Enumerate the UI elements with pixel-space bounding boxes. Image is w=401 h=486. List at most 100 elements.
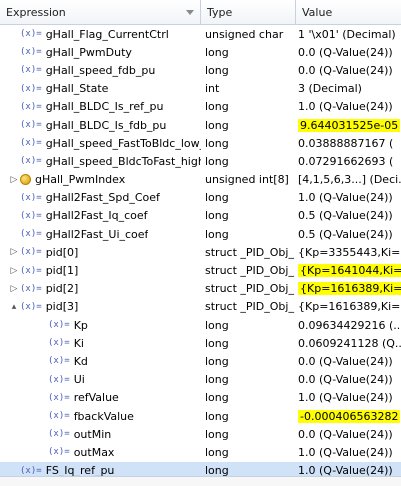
expand-arrow-icon[interactable]: ▷ xyxy=(8,246,20,258)
expression-row[interactable]: (x)= Kd long 0.0 (Q-Value(24)) xyxy=(0,352,401,370)
expression-name: pid[1] xyxy=(45,264,79,278)
expression-cell[interactable]: (x)= outMax xyxy=(0,443,201,461)
expression-row[interactable]: ▴ (x)= pid[3] struct _PID_Obj_ {Kp=1616389,K… xyxy=(0,298,401,316)
expression-row[interactable]: ▷ (x)= pid[0] struct _PID_Obj_ {Kp=3355443,K… xyxy=(0,243,401,261)
expression-name: pid[0] xyxy=(45,245,79,259)
expression-row[interactable]: (x)= gHall_PwmDuty long 0.0 (Q-Value(24)) xyxy=(0,43,401,61)
expression-row[interactable]: (x)= gHall2Fast_Ui_coef long 0.5 (Q-Value(2… xyxy=(0,225,401,243)
value-cell[interactable]: 0.0 (Q-Value(24)) xyxy=(296,425,401,443)
expression-row[interactable]: ▷ (x)= pid[2] struct _PID_Obj_ {Kp=1616389,K… xyxy=(0,280,401,298)
variable-icon: (x)= xyxy=(20,83,42,94)
expression-row[interactable]: (x)= gHall2Fast_Spd_Coef long 1.0 (Q-Value(… xyxy=(0,189,401,207)
expression-cell[interactable]: (x)= gHall2Fast_Ui_coef xyxy=(0,225,201,243)
variable-icon: (x)= xyxy=(20,120,42,131)
expression-cell[interactable]: (x)= gHall_BLDC_Is_fdb_pu xyxy=(0,116,201,134)
value-cell[interactable]: 0.0 (Q-Value(24)) xyxy=(296,352,401,370)
expand-arrow-icon[interactable]: ▷ xyxy=(8,283,20,295)
sort-arrow-icon xyxy=(186,9,194,15)
expression-cell[interactable]: (x)= Kd xyxy=(0,352,201,370)
expression-row[interactable]: (x)= gHall2Fast_Iq_coef long 0.5 (Q-Value(2… xyxy=(0,207,401,225)
expression-row[interactable]: (x)= Ki long 0.0609241128 (Q... xyxy=(0,334,401,352)
expression-cell[interactable]: ▷ (x)= pid[1] xyxy=(0,261,201,279)
expression-name: gHall_PwmDuty xyxy=(45,45,132,59)
expression-row[interactable]: (x)= Ui long 0.0 (Q-Value(24)) xyxy=(0,371,401,389)
expression-cell[interactable]: ▴ (x)= pid[3] xyxy=(0,298,201,316)
expression-row[interactable]: (x)= gHall_Flag_CurrentCtrl unsigned char 1… xyxy=(0,25,401,43)
value-cell[interactable]: 0.0609241128 (Q... xyxy=(296,334,401,352)
value-cell[interactable]: 1.0 (Q-Value(24)) xyxy=(296,389,401,407)
expression-name: gHall_speed_fdb_pu xyxy=(45,63,156,77)
value-cell[interactable]: 9.644031525e-05 xyxy=(296,116,401,134)
collapse-arrow-icon[interactable]: ▴ xyxy=(8,301,20,313)
expression-row[interactable]: (x)= gHall_BLDC_Is_ref_pu long 1.0 (Q-Value… xyxy=(0,98,401,116)
value-cell[interactable]: 0.0 (Q-Value(24)) xyxy=(296,371,401,389)
expression-name: outMin xyxy=(73,427,112,441)
value-text: 3 (Decimal) xyxy=(298,82,362,96)
expression-row[interactable]: (x)= outMax long 1.0 (Q-Value(24)) xyxy=(0,443,401,461)
expression-row[interactable]: (x)= refValue long 1.0 (Q-Value(24)) xyxy=(0,389,401,407)
value-cell[interactable]: [4,1,5,6,3...] (Deci... xyxy=(296,171,401,189)
variable-icon: (x)= xyxy=(20,156,42,167)
value-cell[interactable]: 0.07291662693 ( xyxy=(296,152,401,170)
expression-cell[interactable]: (x)= gHall_speed_BldcToFast_high_ xyxy=(0,152,201,170)
expression-cell[interactable]: (x)= Ui xyxy=(0,371,201,389)
expression-cell[interactable]: (x)= gHall_PwmDuty xyxy=(0,43,201,61)
expression-cell[interactable]: (x)= gHall_speed_FastToBldc_low_p xyxy=(0,134,201,152)
value-cell[interactable]: {Kp=1641044,Ki=... xyxy=(296,261,401,279)
value-text: -0.000406563282 xyxy=(298,409,401,423)
value-cell[interactable]: {Kp=3355443,Ki=... xyxy=(296,243,401,261)
value-cell[interactable]: -0.000406563282 xyxy=(296,407,401,425)
expression-row[interactable]: (x)= gHall_speed_BldcToFast_high_ long 0.07… xyxy=(0,152,401,170)
expression-row[interactable]: (x)= gHall_speed_fdb_pu long 0.0 (Q-Value(2… xyxy=(0,61,401,79)
value-text: 9.644031525e-05 xyxy=(298,118,401,132)
value-cell[interactable]: 0.09634429216 (... xyxy=(296,316,401,334)
variable-icon: (x)= xyxy=(20,47,42,58)
expression-cell[interactable]: ▷ (x)= pid[0] xyxy=(0,243,201,261)
value-cell[interactable]: 1.0 (Q-Value(24)) xyxy=(296,98,401,116)
type-column-header[interactable]: Type xyxy=(201,0,296,24)
value-cell[interactable]: 0.5 (Q-Value(24)) xyxy=(296,207,401,225)
expression-cell[interactable]: (x)= refValue xyxy=(0,389,201,407)
expression-cell[interactable]: (x)= outMin xyxy=(0,425,201,443)
value-cell[interactable]: {Kp=1616389,Ki=... xyxy=(296,298,401,316)
expression-row[interactable]: (x)= gHall_State int 3 (Decimal) xyxy=(0,80,401,98)
expression-row[interactable]: ▷ (x)= pid[1] struct _PID_Obj_ {Kp=1641044,K… xyxy=(0,261,401,279)
value-cell[interactable]: 0.5 (Q-Value(24)) xyxy=(296,225,401,243)
expression-row[interactable]: (x)= fbackValue long -0.000406563282 xyxy=(0,407,401,425)
expression-row[interactable]: (x)= gHall_BLDC_Is_fdb_pu long 9.644031525e… xyxy=(0,116,401,134)
value-cell[interactable]: 0.03888887167 ( xyxy=(296,134,401,152)
value-cell[interactable]: 0.0 (Q-Value(24)) xyxy=(296,43,401,61)
expression-cell[interactable]: (x)= fbackValue xyxy=(0,407,201,425)
expression-name: gHall_State xyxy=(45,82,109,96)
expression-column-header[interactable]: Expression xyxy=(0,0,201,24)
value-cell[interactable]: 0.0 (Q-Value(24)) xyxy=(296,61,401,79)
expression-cell[interactable]: (x)= Ki xyxy=(0,334,201,352)
value-cell[interactable]: 1 '\x01' (Decimal) xyxy=(296,25,401,43)
type-cell: long xyxy=(205,427,229,441)
value-cell[interactable]: 1.0 (Q-Value(24)) xyxy=(296,443,401,461)
expression-cell[interactable]: (x)= gHall_speed_fdb_pu xyxy=(0,61,201,79)
expression-cell[interactable]: ▷ (x)= pid[2] xyxy=(0,280,201,298)
type-cell: long xyxy=(205,136,229,150)
expression-name: outMax xyxy=(73,445,115,459)
expression-cell[interactable]: (x)= gHall2Fast_Spd_Coef xyxy=(0,189,201,207)
expression-row[interactable]: (x)= Kp long 0.09634429216 (... xyxy=(0,316,401,334)
expression-row[interactable]: (x)= outMin long 0.0 (Q-Value(24)) xyxy=(0,425,401,443)
value-cell[interactable]: 1.0 (Q-Value(24)) xyxy=(296,189,401,207)
expression-row[interactable]: ▷ gHall_PwmIndex unsigned int[8] [4,1,5,6,3… xyxy=(0,171,401,189)
value-cell[interactable]: 3 (Decimal) xyxy=(296,80,401,98)
value-column-header[interactable]: Value xyxy=(296,0,401,24)
expression-cell[interactable]: (x)= gHall_Flag_CurrentCtrl xyxy=(0,25,201,43)
expand-arrow-icon[interactable]: ▷ xyxy=(8,174,20,186)
expression-cell[interactable]: (x)= gHall_State xyxy=(0,80,201,98)
expand-arrow-icon[interactable]: ▷ xyxy=(8,265,20,277)
expression-cell[interactable]: (x)= Kp xyxy=(0,316,201,334)
value-cell[interactable]: {Kp=1616389,Ki=... xyxy=(296,280,401,298)
expression-cell[interactable]: (x)= gHall_BLDC_Is_ref_pu xyxy=(0,98,201,116)
expression-row[interactable]: (x)= gHall_speed_FastToBldc_low_p long 0.03… xyxy=(0,134,401,152)
expression-cell[interactable]: (x)= gHall2Fast_Iq_coef xyxy=(0,207,201,225)
expression-cell[interactable]: ▷ gHall_PwmIndex xyxy=(0,171,201,189)
